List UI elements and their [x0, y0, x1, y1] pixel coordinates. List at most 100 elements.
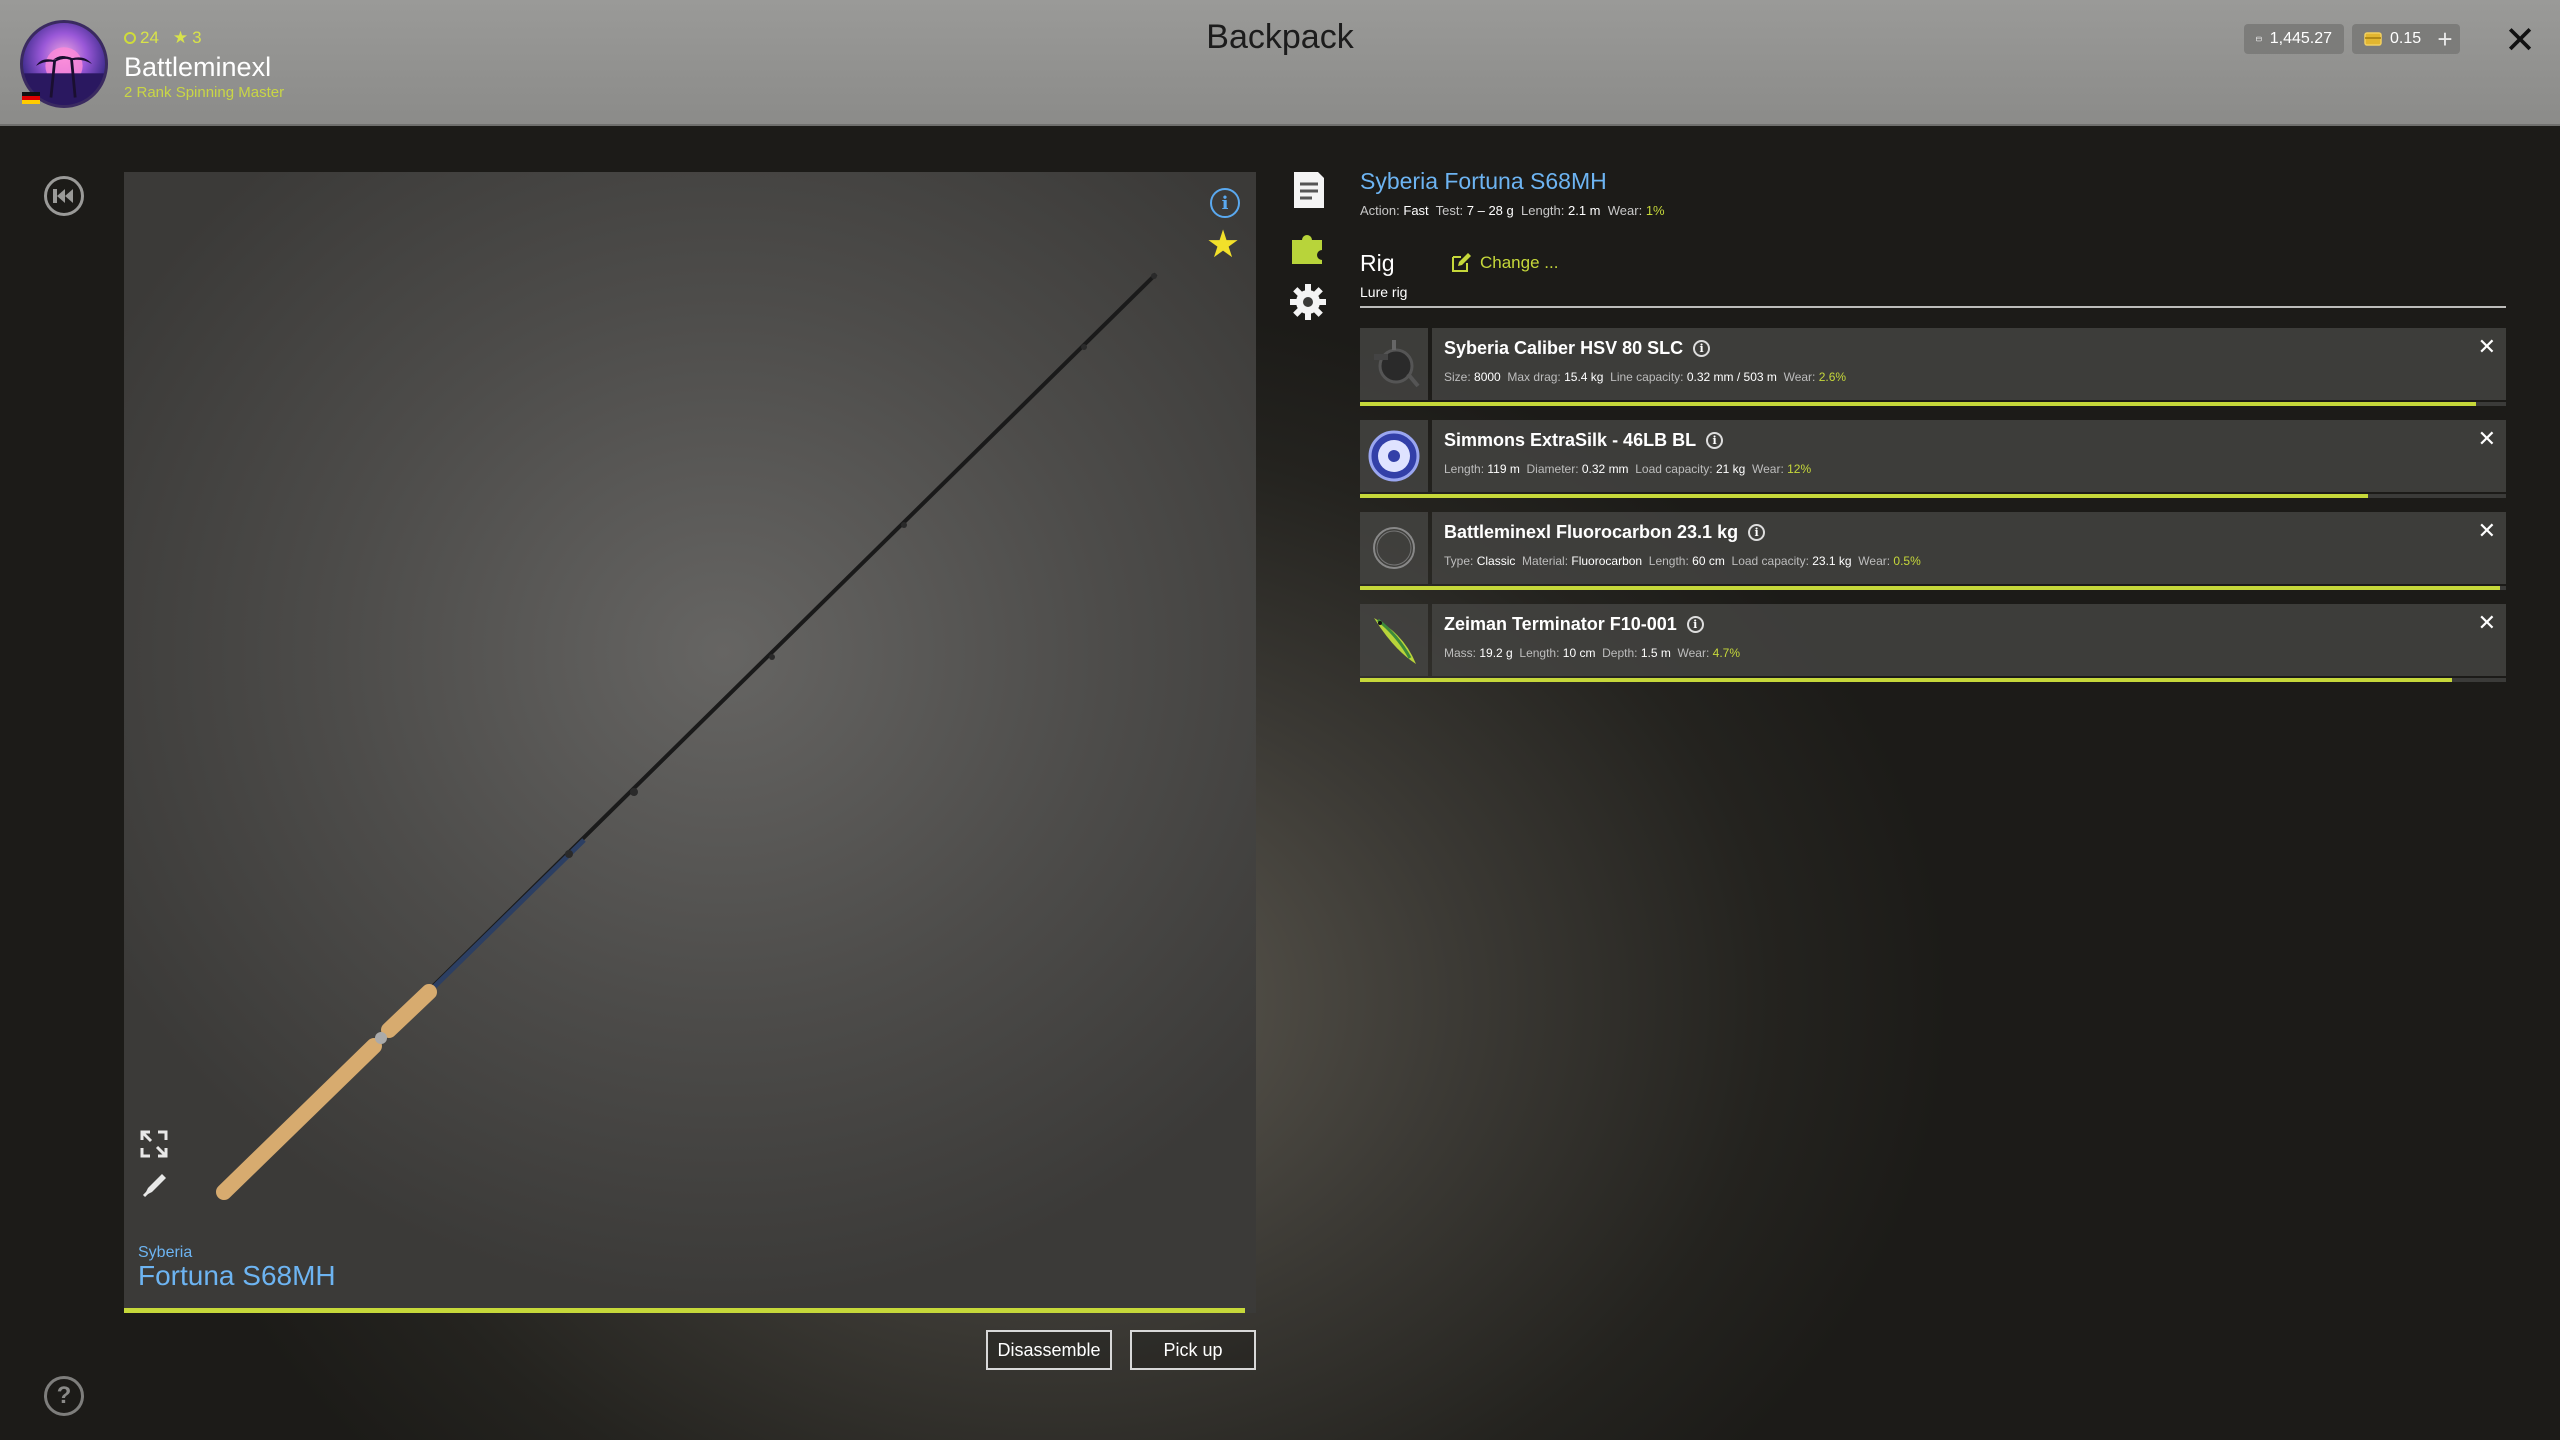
spec-label: Depth: — [1602, 646, 1641, 660]
part-name: Battleminexl Fluorocarbon 23.1 kg i — [1444, 522, 1766, 543]
rod-preview[interactable]: i ★ Syberia Fortuna S68MH — [124, 172, 1256, 1312]
part-thumbnail — [1360, 512, 1428, 584]
part-name-text: Zeiman Terminator F10-001 — [1444, 614, 1677, 634]
gold-coins-icon — [2364, 32, 2382, 46]
rig-part-row[interactable]: Zeiman Terminator F10-001 i Mass: 19.2 g L… — [1360, 604, 2506, 682]
spec-value: 60 cm — [1692, 554, 1725, 568]
help-icon[interactable]: ? — [44, 1376, 84, 1416]
part-thumbnail — [1360, 328, 1428, 400]
rig-part-row[interactable]: Battleminexl Fluorocarbon 23.1 kg i Type: … — [1360, 512, 2506, 590]
silver-balance[interactable]: 1,445.27 — [2244, 24, 2344, 54]
flag-icon — [22, 92, 40, 104]
favorite-star-icon[interactable]: ★ — [1206, 222, 1240, 267]
part-name: Syberia Caliber HSV 80 SLC i — [1444, 338, 1711, 359]
leader-coil-icon — [1373, 527, 1415, 569]
close-button[interactable]: ✕ — [2500, 20, 2540, 62]
part-wear-fill — [1360, 678, 2453, 682]
lure-icon — [1374, 618, 1416, 664]
item-title: Syberia Fortuna S68MH — [1360, 168, 1607, 194]
part-name-text: Syberia Caliber HSV 80 SLC — [1444, 338, 1684, 358]
part-wear-bar — [1360, 678, 2506, 682]
part-specs: Length: 119 m Diameter: 0.32 mm Load cap… — [1444, 462, 1818, 476]
rig-type: Lure rig — [1360, 284, 1408, 300]
spec-value: 23.1 kg — [1812, 554, 1852, 568]
spec-label: Wear: — [1677, 646, 1713, 660]
spec-value: 21 kg — [1715, 462, 1746, 476]
item-specs: Action: Fast Test: 7 – 28 g Length: 2.1 … — [1360, 203, 1665, 218]
rewind-back-icon[interactable] — [44, 176, 84, 216]
part-details: Battleminexl Fluorocarbon 23.1 kg i Type: … — [1432, 512, 2506, 584]
spec-label: Type: — [1444, 554, 1477, 568]
spec-value: 0.32 mm — [1581, 462, 1629, 476]
rig-label: Rig — [1360, 250, 1395, 276]
top-bar: 24 ★ 3 Battleminexl 2 Rank Spinning Maste… — [0, 0, 2560, 126]
spec-label: Line capacity: — [1610, 370, 1687, 384]
rod-name: Fortuna S68MH — [138, 1260, 336, 1291]
line-spool-icon — [1368, 430, 1420, 482]
spec-label: Load capacity: — [1731, 554, 1813, 568]
spec-value: 8000 — [1474, 370, 1501, 384]
spec-label: Length: — [1519, 646, 1563, 660]
spec-value: 10 cm — [1562, 646, 1596, 660]
gold-balance[interactable]: 0.15 — [2352, 24, 2436, 54]
spec-value: 12% — [1787, 462, 1812, 476]
part-name: Simmons ExtraSilk - 46LB BL i — [1444, 430, 1724, 451]
remove-part-icon[interactable]: ✕ — [2478, 334, 2496, 360]
spec-value: Classic — [1476, 554, 1516, 568]
rod-wear-fill — [124, 1308, 1245, 1313]
spec-value: 0.5% — [1893, 554, 1921, 568]
part-wear-bar — [1360, 586, 2506, 590]
spec-value: 0.32 mm / 503 m — [1686, 370, 1777, 384]
part-name-text: Battleminexl Fluorocarbon 23.1 kg — [1444, 522, 1739, 542]
puzzle-piece-icon[interactable] — [1288, 226, 1328, 266]
part-thumbnail — [1360, 420, 1428, 492]
rig-part-row[interactable]: Syberia Caliber HSV 80 SLC i Size: 8000 Ma… — [1360, 328, 2506, 406]
fishing-rod-image — [216, 272, 1158, 1200]
disassemble-button[interactable]: Disassemble — [986, 1330, 1112, 1370]
remove-part-icon[interactable]: ✕ — [2478, 426, 2496, 452]
gear-icon[interactable] — [1288, 282, 1328, 322]
spec-label: Length: — [1648, 554, 1693, 568]
part-details: Simmons ExtraSilk - 46LB BL i Length: 119 … — [1432, 420, 2506, 492]
spec-label: Wear: — [1751, 462, 1788, 476]
edit-square-icon — [1452, 253, 1471, 272]
part-thumbnail — [1360, 604, 1428, 676]
part-name: Zeiman Terminator F10-001 i — [1444, 614, 1704, 635]
part-name-text: Simmons ExtraSilk - 46LB BL — [1444, 430, 1697, 450]
silver-coins-icon — [2256, 36, 2262, 42]
info-icon[interactable]: i — [1693, 340, 1711, 357]
spec-label: Wear: — [1858, 554, 1894, 568]
spec-label: Load capacity: — [1635, 462, 1716, 476]
rod-wear-bar — [124, 1308, 1256, 1313]
part-wear-fill — [1360, 494, 2369, 498]
info-icon[interactable]: i — [1686, 616, 1704, 633]
user-rank: 2 Rank Spinning Master — [124, 84, 285, 101]
expand-icon[interactable] — [138, 1128, 170, 1160]
spec-label: Max drag: — [1507, 370, 1565, 384]
spec-label: Diameter: — [1526, 462, 1582, 476]
info-icon[interactable]: i — [1706, 432, 1724, 449]
spec-value: 2.6% — [1818, 370, 1847, 384]
info-icon[interactable]: i — [1748, 524, 1766, 541]
part-specs: Mass: 19.2 g Length: 10 cm Depth: 1.5 m … — [1444, 646, 1747, 660]
pick-up-button[interactable]: Pick up — [1130, 1330, 1256, 1370]
part-wear-bar — [1360, 494, 2506, 498]
add-currency-button[interactable]: + — [2430, 24, 2460, 54]
reel-icon — [1374, 340, 1420, 388]
change-rig-button[interactable]: Change ... — [1450, 252, 1558, 274]
part-specs: Type: Classic Material: Fluorocarbon Len… — [1444, 554, 1927, 568]
info-icon[interactable]: i — [1210, 188, 1240, 218]
document-icon[interactable] — [1288, 170, 1328, 210]
remove-part-icon[interactable]: ✕ — [2478, 518, 2496, 544]
rig-part-row[interactable]: Simmons ExtraSilk - 46LB BL i Length: 119 … — [1360, 420, 2506, 498]
divider — [1360, 306, 2506, 308]
page-title: Backpack — [1206, 18, 1354, 56]
part-specs: Size: 8000 Max drag: 15.4 kg Line capaci… — [1444, 370, 1853, 384]
spec-label: Wear: — [1783, 370, 1819, 384]
part-details: Syberia Caliber HSV 80 SLC i Size: 8000 Ma… — [1432, 328, 2506, 400]
spec-label: Length: — [1444, 462, 1488, 476]
spec-value: Fluorocarbon — [1571, 554, 1643, 568]
remove-part-icon[interactable]: ✕ — [2478, 610, 2496, 636]
spec-value: 4.7% — [1712, 646, 1740, 660]
pencil-icon[interactable] — [138, 1170, 170, 1202]
